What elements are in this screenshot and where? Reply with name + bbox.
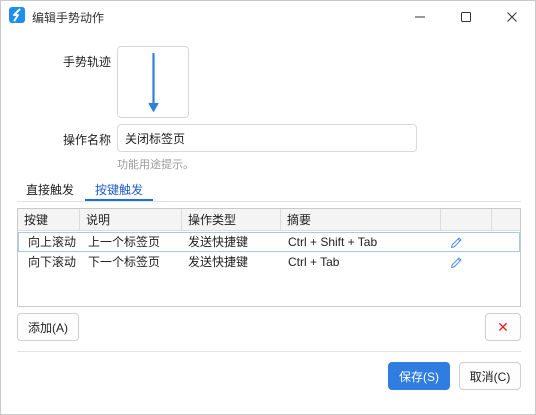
close-icon <box>507 11 517 22</box>
edit-pencil-icon[interactable] <box>449 256 463 270</box>
column-header-summary[interactable]: 摘要 <box>281 209 441 231</box>
cell-key: 向下滚动 <box>28 255 77 269</box>
table-header: 按键 说明 操作类型 摘要 <box>18 209 520 231</box>
gesture-trajectory-preview[interactable] <box>117 46 189 118</box>
save-button[interactable]: 保存(S) <box>388 362 450 390</box>
edit-pencil-icon[interactable] <box>449 236 463 250</box>
cell-summary: Ctrl + Tab <box>288 255 340 269</box>
active-tab-indicator <box>85 199 153 201</box>
cell-type: 发送快捷键 <box>188 255 249 269</box>
cell-type: 发送快捷键 <box>188 235 249 249</box>
column-header-type[interactable]: 操作类型 <box>182 209 281 231</box>
close-window-button[interactable] <box>489 1 535 32</box>
name-hint: 功能用途提示。 <box>117 159 194 171</box>
table-row[interactable]: 向下滚动 下一个标签页 发送快捷键 Ctrl + Tab <box>18 253 520 273</box>
name-label: 操作名称 <box>63 133 112 147</box>
cell-description: 上一个标签页 <box>88 235 161 249</box>
operation-name-input[interactable] <box>117 124 417 152</box>
key-trigger-table: 按键 说明 操作类型 摘要 向上滚动 上一个标签页 发送快捷键 Ctrl + S… <box>17 208 521 307</box>
edit-gesture-dialog: 编辑手势动作 手势轨迹 操作名称 功能用途提示。 直接触发 按键触 <box>0 0 536 415</box>
tab-divider <box>17 201 521 202</box>
column-header-key[interactable]: 按键 <box>18 209 80 231</box>
maximize-icon <box>461 11 471 22</box>
cell-key: 向上滚动 <box>28 235 77 249</box>
arrow-down-icon <box>148 52 159 112</box>
add-button[interactable]: 添加(A) <box>17 313 79 341</box>
minimize-button[interactable] <box>397 1 443 32</box>
footer-divider <box>17 351 521 352</box>
column-header-edit <box>441 209 492 231</box>
cancel-button[interactable]: 取消(C) <box>459 362 521 390</box>
cell-description: 下一个标签页 <box>88 255 161 269</box>
tab-key-trigger[interactable]: 按键触发 <box>95 181 143 201</box>
minimize-icon <box>415 16 425 17</box>
window-title: 编辑手势动作 <box>32 11 105 25</box>
delete-button[interactable]: ✕ <box>485 313 521 341</box>
app-logo-icon <box>9 7 25 23</box>
tab-direct-trigger[interactable]: 直接触发 <box>26 181 74 201</box>
maximize-button[interactable] <box>443 1 489 32</box>
cell-summary: Ctrl + Shift + Tab <box>288 235 378 249</box>
title-bar[interactable]: 编辑手势动作 <box>1 1 535 32</box>
delete-x-icon: ✕ <box>497 318 509 335</box>
column-header-description[interactable]: 说明 <box>80 209 182 231</box>
gesture-label: 手势轨迹 <box>63 55 112 69</box>
table-row[interactable]: 向上滚动 上一个标签页 发送快捷键 Ctrl + Shift + Tab <box>18 232 520 252</box>
